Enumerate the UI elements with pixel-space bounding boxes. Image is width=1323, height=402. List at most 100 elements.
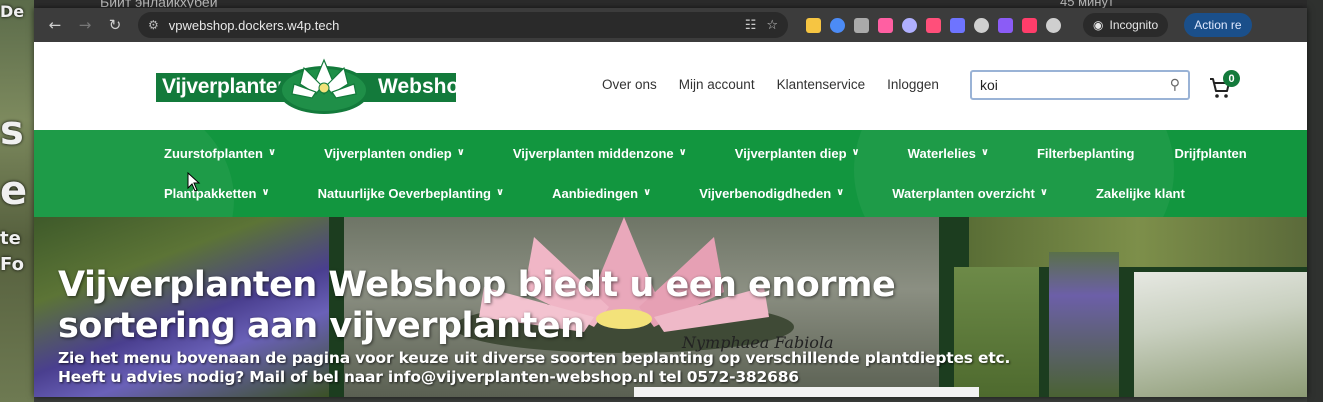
menu-item-label: Aanbiedingen: [552, 186, 639, 201]
menu-item-label: Natuurlijke Oeverbeplanting: [317, 186, 491, 201]
menu-item-label: Vijverplanten middenzone: [512, 146, 674, 161]
menu-row-1: Zuurstofplanten ∨ Vijverplanten ondiep ∨ Vij…: [164, 146, 1247, 161]
menu-item-natuurlijke-oeverbeplanting[interactable]: Natuurlijke Oeverbeplanting ∨: [318, 186, 505, 201]
chevron-down-icon: ∨: [643, 187, 652, 198]
extension-icon[interactable]: [878, 17, 893, 33]
background-left-window: De s e te Fo: [0, 0, 34, 402]
chevron-down-icon: ∨: [836, 187, 845, 198]
logo-word-webshop: Webshop: [378, 75, 473, 98]
hero-bottom-strip: [634, 387, 979, 397]
incognito-icon: ◉: [1093, 18, 1104, 32]
top-link-over-ons[interactable]: Over ons: [602, 77, 657, 92]
menu-item-label: Filterbeplanting: [1036, 146, 1135, 161]
menu-decoration: [34, 130, 234, 217]
cart-button[interactable]: 0: [1208, 70, 1242, 100]
chevron-down-icon: ∨: [267, 147, 277, 158]
hero-subtitle-line-1: Zie het menu bovenaan de pagina voor keu…: [58, 349, 1011, 367]
extensions-row: [806, 17, 1061, 33]
chevron-down-icon: ∨: [456, 147, 465, 158]
background-glyph: s: [0, 108, 24, 154]
background-glyph: e: [0, 168, 28, 214]
menu-row-2: Plantpakketten ∨ Natuurlijke Oeverbeplanti…: [164, 186, 1185, 201]
chevron-down-icon: ∨: [851, 147, 860, 158]
search-box: ⚲: [970, 70, 1190, 100]
menu-item-drijfplanten[interactable]: Drijfplanten: [1174, 146, 1246, 161]
menu-item-label: Vijverplanten diep: [734, 146, 847, 161]
menu-item-vijverbenodigdheden[interactable]: Vijverbenodigdheden ∨: [699, 186, 844, 201]
browser-window: ← → ↻ ⚙ vpwebshop.dockers.w4p.tech ☷ ☆ ◉…: [34, 8, 1307, 397]
menu-item-vijverplanten-diep[interactable]: Vijverplanten diep ∨: [735, 146, 860, 161]
hero-title: Vijverplanten Webshop biedt u een enorme…: [58, 265, 958, 347]
incognito-label: Incognito: [1109, 18, 1159, 32]
menu-decoration: [854, 130, 1174, 217]
chevron-down-icon: ∨: [261, 187, 270, 198]
hero-subtitle: Zie het menu bovenaan de pagina voor keu…: [58, 349, 1010, 387]
action-button[interactable]: Action re: [1184, 13, 1252, 37]
hero-title-line-2: sortering aan vijverplanten: [58, 306, 585, 346]
hero-title-line-1: Vijverplanten Webshop biedt u een enorme: [58, 265, 896, 305]
extension-icon[interactable]: [830, 17, 845, 33]
logo-word-vijverplanten: Vijverplanten: [162, 75, 290, 98]
address-bar-url: vpwebshop.dockers.w4p.tech: [168, 17, 340, 33]
top-link-inloggen[interactable]: Inloggen: [887, 77, 939, 92]
site-info-icon[interactable]: ⚙: [148, 18, 159, 32]
top-links: Over ons Mijn account Klantenservice Inl…: [602, 77, 939, 92]
chevron-down-icon: ∨: [495, 187, 505, 198]
site-header: Vijverplanten Webshop Over ons Mijn acco…: [34, 42, 1307, 130]
extension-icon[interactable]: [926, 17, 941, 33]
translate-icon[interactable]: ☷: [745, 18, 757, 33]
browser-toolbar: ← → ↻ ⚙ vpwebshop.dockers.w4p.tech ☷ ☆ ◉…: [34, 8, 1307, 42]
chevron-down-icon: ∨: [1039, 187, 1048, 198]
menu-item-label: Zuurstofplanten: [164, 146, 263, 161]
extension-icon[interactable]: [806, 17, 821, 33]
hero-photo-purple-flowers: [1049, 252, 1119, 397]
hero-photo-blue-flowers: [969, 217, 1307, 267]
menu-item-label: Vijverbenodigdheden: [699, 186, 832, 201]
water-lily-icon: [278, 58, 370, 114]
chevron-down-icon: ∨: [980, 147, 989, 158]
menu-item-zakelijke-klant[interactable]: Zakelijke klant: [1096, 186, 1185, 201]
hero-banner: Nymphaea Fabiola Vijverplanten Webshop b…: [34, 217, 1307, 397]
cart-count-badge: 0: [1223, 70, 1240, 87]
menu-item-label: Waterlelies: [907, 146, 976, 161]
search-icon[interactable]: ⚲: [1170, 77, 1180, 93]
extension-icon[interactable]: [1046, 17, 1061, 33]
back-arrow-icon[interactable]: ←: [44, 14, 66, 36]
background-glyph: te: [0, 228, 21, 249]
menu-item-waterplanten-overzicht[interactable]: Waterplanten overzicht ∨: [892, 186, 1048, 201]
extension-icon[interactable]: [902, 17, 917, 33]
search-input[interactable]: [980, 77, 1170, 93]
menu-item-label: Zakelijke klant: [1095, 186, 1185, 201]
incognito-indicator[interactable]: ◉ Incognito: [1083, 13, 1169, 37]
menu-item-zuurstofplanten[interactable]: Zuurstofplanten ∨: [164, 146, 276, 161]
reload-icon[interactable]: ↻: [104, 14, 126, 36]
menu-item-filterbeplanting[interactable]: Filterbeplanting: [1037, 146, 1135, 161]
extension-icon[interactable]: [998, 17, 1013, 33]
background-glyph: Fo: [0, 254, 24, 275]
chevron-down-icon: ∨: [678, 147, 687, 158]
extension-icon[interactable]: [854, 17, 869, 33]
menu-item-waterlelies[interactable]: Waterlelies ∨: [908, 146, 989, 161]
top-link-mijn-account[interactable]: Mijn account: [679, 77, 755, 92]
top-link-klantenservice[interactable]: Klantenservice: [777, 77, 866, 92]
mouse-cursor-icon: [187, 172, 201, 192]
forward-arrow-icon[interactable]: →: [74, 14, 96, 36]
menu-item-label: Drijfplanten: [1174, 146, 1247, 161]
site-logo[interactable]: Vijverplanten Webshop: [156, 54, 472, 116]
bookmark-star-icon[interactable]: ☆: [766, 18, 778, 33]
menu-item-label: Waterplanten overzicht: [892, 186, 1035, 201]
menu-item-vijverplanten-ondiep[interactable]: Vijverplanten ondiep ∨: [324, 146, 465, 161]
address-bar[interactable]: ⚙ vpwebshop.dockers.w4p.tech ☷ ☆: [138, 12, 788, 38]
menu-item-vijverplanten-middenzone[interactable]: Vijverplanten middenzone ∨: [513, 146, 687, 161]
extension-icon[interactable]: [1022, 17, 1037, 33]
background-right-window: [1307, 0, 1323, 402]
extension-icon[interactable]: [974, 17, 989, 33]
menu-item-label: Plantpakketten: [164, 186, 257, 201]
main-menu: Zuurstofplanten ∨ Vijverplanten ondiep ∨ Vij…: [34, 130, 1307, 217]
extension-icon[interactable]: [950, 17, 965, 33]
menu-item-plantpakketten[interactable]: Plantpakketten ∨: [164, 186, 270, 201]
hero-subtitle-line-2: Heeft u advies nodig? Mail of bel naar i…: [58, 368, 799, 386]
hero-photo-white-flowers: [1134, 272, 1307, 397]
menu-item-aanbiedingen[interactable]: Aanbiedingen ∨: [552, 186, 651, 201]
background-glyph: De: [0, 2, 25, 21]
